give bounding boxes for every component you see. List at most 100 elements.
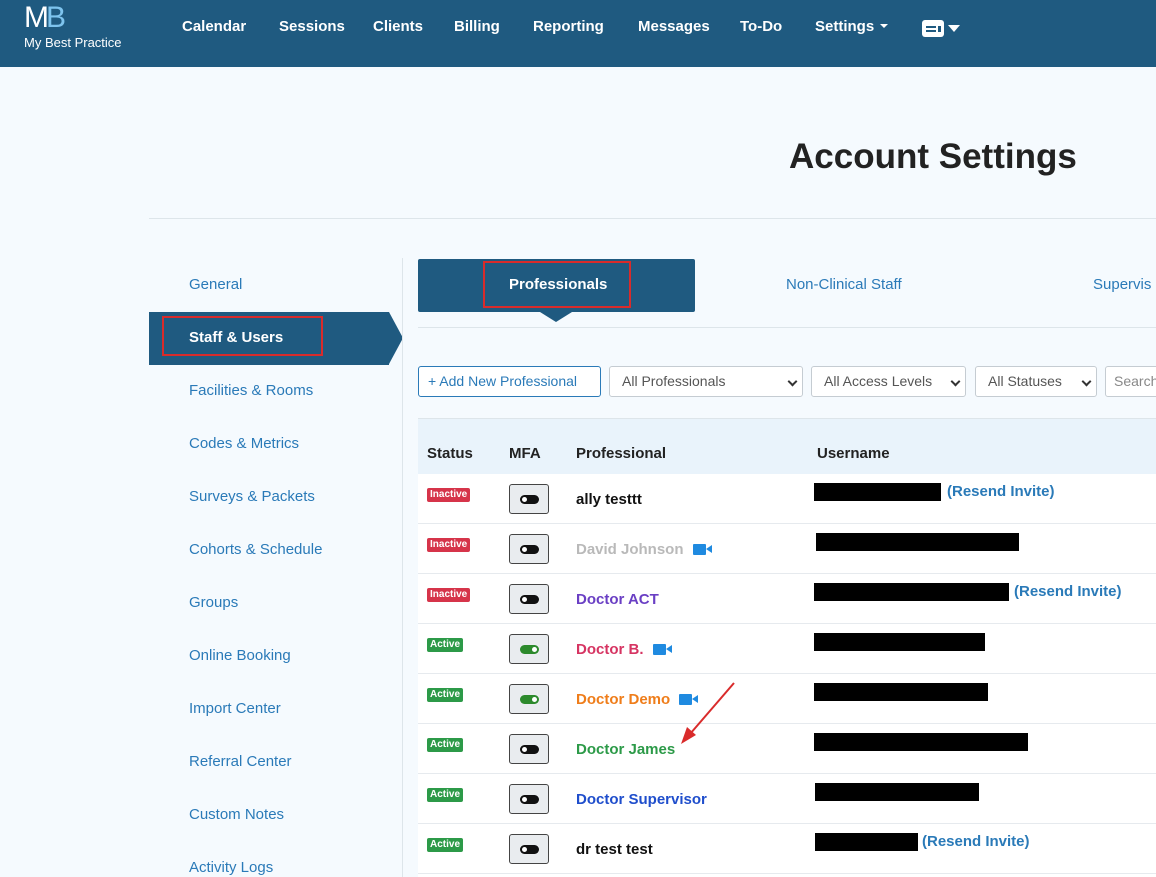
sidebar-item-online-booking[interactable]: Online Booking — [189, 647, 291, 664]
video-camera-icon — [692, 544, 712, 555]
toggle-icon — [520, 545, 539, 554]
table-row: Active Doctor B. — [418, 624, 1156, 674]
sidebar-item-groups[interactable]: Groups — [189, 594, 238, 611]
status-badge: Inactive — [427, 488, 471, 502]
professional-name[interactable]: dr test test — [576, 841, 653, 858]
professional-name[interactable]: David Johnson — [576, 541, 712, 558]
status-badge: Active — [427, 688, 464, 702]
mfa-toggle[interactable] — [509, 534, 549, 564]
mfa-toggle[interactable] — [509, 634, 549, 664]
sidebar-item-label: Staff & Users — [189, 329, 284, 346]
tab-non-clinical-staff[interactable]: Non-Clinical Staff — [786, 276, 902, 293]
toggle-icon — [520, 845, 539, 854]
table-row: Inactive ally testtt (Resend Invite) — [418, 474, 1156, 524]
professional-name[interactable]: ally testtt — [576, 491, 642, 508]
nav-todo[interactable]: To-Do — [740, 18, 782, 36]
search-input[interactable]: Search — [1105, 366, 1156, 397]
professional-name-text: Doctor Demo — [576, 691, 671, 708]
table-row: Active dr test test (Resend Invite) — [418, 824, 1156, 874]
chevron-down-icon — [787, 376, 798, 387]
logo-mark: MB — [24, 1, 66, 34]
status-badge: Active — [427, 788, 464, 802]
resend-invite-link[interactable]: (Resend Invite) — [922, 833, 1030, 850]
toggle-icon — [520, 645, 539, 654]
professional-name-text: Doctor B. — [576, 641, 644, 658]
mfa-toggle[interactable] — [509, 684, 549, 714]
nav-billing[interactable]: Billing — [454, 18, 500, 36]
chevron-down-icon — [950, 376, 961, 387]
column-professional[interactable]: Professional — [576, 445, 666, 462]
professionals-filter[interactable]: All Professionals — [609, 366, 803, 397]
active-pointer — [389, 312, 403, 364]
table-row: Active Doctor Demo — [418, 674, 1156, 724]
status-badge: Inactive — [427, 588, 471, 602]
add-professional-button[interactable]: + Add New Professional — [418, 366, 601, 397]
professional-name-text: dr test test — [576, 841, 653, 858]
account-menu[interactable] — [922, 20, 960, 38]
professional-name-text: Doctor Supervisor — [576, 791, 707, 808]
status-badge: Inactive — [427, 538, 471, 552]
resend-invite-link[interactable]: (Resend Invite) — [1014, 583, 1122, 600]
caret-down-icon — [948, 25, 960, 33]
sidebar-item-activity-logs[interactable]: Activity Logs — [189, 859, 273, 876]
column-username[interactable]: Username — [817, 445, 890, 462]
mfa-toggle[interactable] — [509, 834, 549, 864]
professional-name[interactable]: Doctor Demo — [576, 691, 699, 708]
professionals-table: Status MFA Professional Username Inactiv… — [418, 418, 1156, 877]
professional-name[interactable]: Doctor James — [576, 741, 675, 758]
redacted-username — [815, 833, 918, 851]
mfa-toggle[interactable] — [509, 484, 549, 514]
column-status[interactable]: Status — [427, 445, 473, 462]
column-mfa[interactable]: MFA — [509, 445, 541, 462]
toggle-icon — [520, 495, 539, 504]
sidebar-item-import-center[interactable]: Import Center — [189, 700, 281, 717]
status-badge: Active — [427, 738, 464, 752]
table-row: Active Doctor James — [418, 724, 1156, 774]
sidebar-item-general[interactable]: General — [189, 276, 242, 293]
professional-name[interactable]: Doctor ACT — [576, 591, 659, 608]
mfa-toggle[interactable] — [509, 784, 549, 814]
id-card-icon — [922, 20, 944, 38]
nav-sessions[interactable]: Sessions — [279, 18, 345, 36]
toggle-icon — [520, 795, 539, 804]
red-arrow-annotation — [681, 682, 735, 744]
mfa-toggle[interactable] — [509, 734, 549, 764]
sidebar-divider — [402, 258, 403, 877]
sidebar-item-facilities-rooms[interactable]: Facilities & Rooms — [189, 382, 313, 399]
sidebar-item-referral-center[interactable]: Referral Center — [189, 753, 292, 770]
tab-professionals-label: Professionals — [509, 276, 608, 293]
sidebar-item-surveys-packets[interactable]: Surveys & Packets — [189, 488, 315, 505]
professional-name[interactable]: Doctor Supervisor — [576, 791, 707, 808]
nav-calendar[interactable]: Calendar — [182, 18, 246, 36]
divider — [149, 218, 1156, 219]
nav-messages[interactable]: Messages — [638, 18, 710, 36]
professional-name-text: Doctor ACT — [576, 591, 659, 608]
resend-invite-link[interactable]: (Resend Invite) — [947, 483, 1055, 500]
status-filter-value: All Statuses — [988, 373, 1062, 389]
nav-clients[interactable]: Clients — [373, 18, 423, 36]
redacted-username — [814, 583, 1009, 601]
chevron-down-icon — [1081, 376, 1092, 387]
tab-supervisors[interactable]: Supervis — [1093, 276, 1151, 293]
toggle-icon — [520, 745, 539, 754]
nav-settings[interactable]: Settings — [815, 18, 889, 36]
access-level-filter[interactable]: All Access Levels — [811, 366, 966, 397]
status-filter[interactable]: All Statuses — [975, 366, 1097, 397]
table-row: Inactive David Johnson — [418, 524, 1156, 574]
logo-text: My Best Practice — [24, 35, 122, 50]
sidebar-item-cohorts-schedule[interactable]: Cohorts & Schedule — [189, 541, 322, 558]
status-badge: Active — [427, 838, 464, 852]
nav-settings-label: Settings — [815, 18, 875, 35]
status-badge: Active — [427, 638, 464, 652]
nav-reporting[interactable]: Reporting — [533, 18, 604, 36]
sidebar-item-custom-notes[interactable]: Custom Notes — [189, 806, 284, 823]
table-row: Inactive Doctor ACT (Resend Invite) — [418, 574, 1156, 624]
top-navbar: MB My Best Practice Calendar Sessions Cl… — [0, 0, 1156, 67]
sidebar-item-codes-metrics[interactable]: Codes & Metrics — [189, 435, 299, 452]
table-row: Active Doctor Supervisor — [418, 774, 1156, 824]
access-level-filter-value: All Access Levels — [824, 373, 933, 389]
table-header: Status MFA Professional Username — [418, 419, 1156, 474]
professional-name[interactable]: Doctor B. — [576, 641, 672, 658]
brand-logo[interactable]: MB My Best Practice — [24, 2, 122, 50]
mfa-toggle[interactable] — [509, 584, 549, 614]
